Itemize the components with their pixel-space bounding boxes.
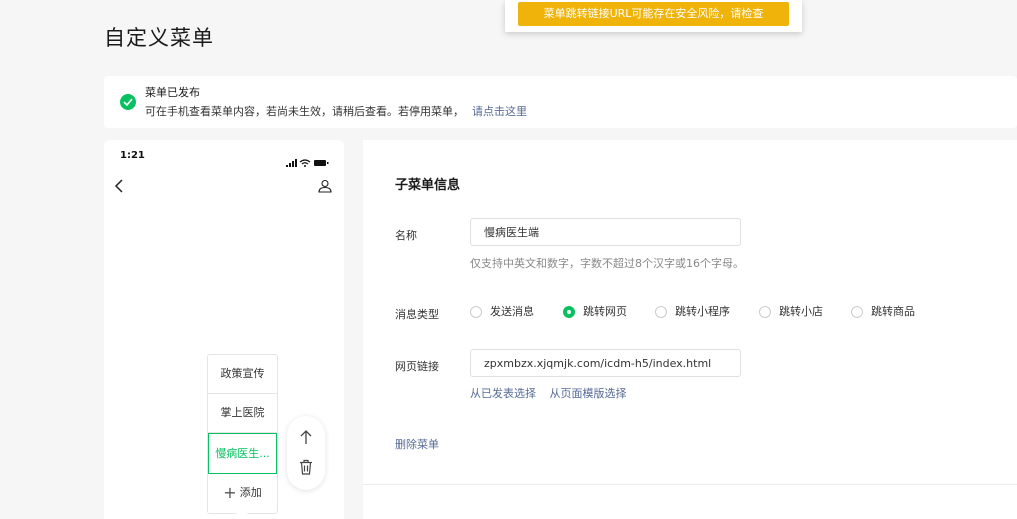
notice-title: 菜单已发布 [145,86,200,99]
radio-dot [470,306,482,318]
url-source-links: 从已发表选择 从页面模版选择 [470,385,637,401]
submenu-item-chronic-doctor[interactable]: 慢病医生... [208,433,277,474]
user-icon[interactable] [318,178,332,197]
radio-dot [655,306,667,318]
move-up-icon[interactable] [299,429,313,449]
radio-dot [759,306,771,318]
order-tools [287,416,325,490]
url-input[interactable] [470,349,741,377]
disable-menu-link[interactable]: 请点击这里 [472,105,527,118]
submenu-pointer [236,513,248,519]
battery-icon [314,160,329,166]
name-input[interactable] [470,218,741,246]
name-label: 名称 [395,229,417,242]
submenu-list: 政策宣传 掌上医院 慢病医生... + 添加 [207,354,278,514]
phone-preview: 1:21 政策宣传 掌上医院 慢病医生... + 添加 [104,140,344,519]
radio-label: 跳转小店 [779,305,823,318]
radio-dot [851,306,863,318]
plus-icon: + [223,483,237,502]
notice-description-text: 可在手机查看菜单内容，若尚未生效，请稍后查看。若停用菜单， [145,105,464,118]
radio-label: 跳转网页 [583,305,627,318]
submenu-item-hospital[interactable]: 掌上医院 [208,394,277,433]
back-arrow-icon[interactable] [114,178,124,197]
warning-toast: 菜单跳转链接URL可能存在安全风险，请检查 [505,0,802,32]
wifi-icon [299,159,311,165]
select-published-link[interactable]: 从已发表选择 [470,387,536,400]
add-submenu-label: 添加 [239,486,262,499]
publish-notice: 菜单已发布 可在手机查看菜单内容，若尚未生效，请稍后查看。若停用菜单， 请点击这里 [104,76,1017,128]
panel-title: 子菜单信息 [395,178,461,193]
trash-icon[interactable] [299,459,313,479]
radio-dot [563,306,575,318]
page: 自定义菜单 菜单跳转链接URL可能存在安全风险，请检查 菜单已发布 可在手机查看… [0,0,1017,519]
delete-menu-link[interactable]: 删除菜单 [395,436,439,452]
add-submenu-button[interactable]: + 添加 [208,474,277,512]
name-hint: 仅支持中英文和数字，字数不超过8个汉字或16个字母。 [470,257,744,270]
notice-description: 可在手机查看菜单内容，若尚未生效，请稍后查看。若停用菜单， 请点击这里 [145,103,527,119]
submenu-info-panel: 子菜单信息 名称 仅支持中英文和数字，字数不超过8个汉字或16个字母。 消息类型… [363,140,1017,519]
signal-icon [286,159,297,167]
radio-label: 跳转商品 [871,305,915,318]
submenu-item-policy[interactable]: 政策宣传 [208,355,277,394]
radio-label: 发送消息 [490,305,534,318]
status-time: 1:21 [120,150,145,161]
type-label: 消息类型 [395,308,439,321]
url-label: 网页链接 [395,360,439,373]
success-check-icon [120,94,136,110]
status-icons [286,152,330,171]
page-title: 自定义菜单 [104,26,214,50]
radio-label: 跳转小程序 [675,305,730,318]
warning-toast-message: 菜单跳转链接URL可能存在安全风险，请检查 [518,2,789,26]
panel-divider [363,484,1017,485]
select-template-link[interactable]: 从页面模版选择 [550,387,627,400]
